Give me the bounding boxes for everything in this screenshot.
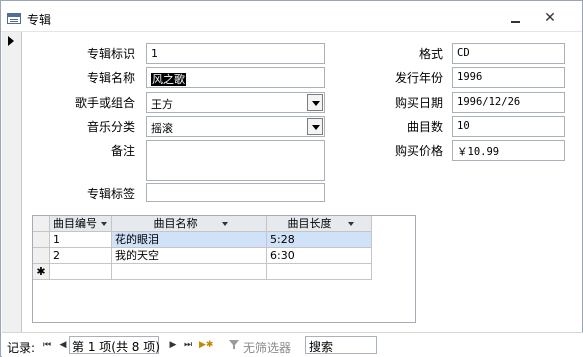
album-tags-field[interactable]	[146, 183, 325, 202]
minimize-button[interactable]	[504, 9, 528, 27]
form-icon	[7, 13, 21, 24]
album-name-label: 专辑名称	[86, 71, 135, 85]
album-form-window: 专辑 ✕ 专辑标识 1 专辑名称 风之歌 歌手或组合 王方 音乐分类 摇滚 备注…	[0, 0, 583, 357]
track-number-cell[interactable]	[50, 264, 112, 280]
track-length-cell[interactable]	[267, 264, 372, 280]
title-bar: 专辑 ✕	[1, 1, 582, 32]
format-field[interactable]: CD	[452, 43, 565, 64]
record-label: 记录:	[7, 341, 36, 355]
track-length-cell[interactable]: 5:28	[267, 232, 372, 248]
purchase-price-label: 购买价格	[394, 144, 443, 158]
purchase-price-field[interactable]: ￥10.99	[452, 140, 565, 161]
album-tags-label: 专辑标签	[86, 187, 135, 201]
current-record-field[interactable]: 第 1 项(共 8 项)	[69, 336, 160, 354]
last-record-icon[interactable]: ⏭	[183, 340, 193, 350]
column-header-track-name-text: 曲目名称	[153, 217, 198, 230]
album-id-field[interactable]: 1	[146, 43, 325, 64]
release-year-label: 发行年份	[394, 71, 443, 85]
notes-label: 备注	[110, 144, 135, 158]
purchase-date-label: 购买日期	[394, 96, 443, 110]
search-input[interactable]: 搜索	[305, 336, 377, 354]
no-filter-icon	[229, 340, 239, 349]
track-name-cell[interactable]: 花的眼泪	[112, 232, 267, 248]
row-selector[interactable]	[33, 232, 50, 248]
next-record-icon[interactable]: ▶	[168, 340, 178, 350]
genre-label: 音乐分类	[86, 120, 135, 134]
artist-combobox[interactable]: 王方	[146, 92, 325, 113]
track-count-label: 曲目数	[406, 120, 443, 134]
sort-dropdown-icon[interactable]	[347, 222, 354, 226]
notes-field[interactable]	[146, 140, 325, 181]
column-header-track-length[interactable]: 曲目长度	[267, 216, 372, 232]
new-record-nav-icon[interactable]: ▶✱	[199, 340, 213, 350]
track-name-cell[interactable]: 我的天空	[112, 248, 267, 264]
album-name-field[interactable]: 风之歌	[146, 67, 325, 88]
previous-record-icon[interactable]: ◀	[58, 340, 68, 350]
column-header-track-length-text: 曲目长度	[287, 217, 332, 230]
new-record-row[interactable]: ✱	[33, 264, 372, 280]
column-header-track-number[interactable]: 曲目编号	[50, 216, 112, 232]
subform-header-row: 曲目编号 曲目名称 曲目长度	[33, 216, 372, 232]
track-name-cell[interactable]	[112, 264, 267, 280]
sort-dropdown-icon[interactable]	[101, 222, 107, 226]
album-name-value: 风之歌	[151, 73, 186, 86]
genre-dropdown-arrow-icon[interactable]	[307, 118, 323, 135]
window-title: 专辑	[27, 13, 52, 27]
record-selector[interactable]	[2, 32, 22, 332]
artist-label: 歌手或组合	[74, 96, 135, 110]
record-navigation-bar: 记录: ⏮ ◀ 第 1 项(共 8 项) ▶ ⏭ ▶✱ 无筛选器 搜索	[2, 332, 583, 357]
track-length-cell[interactable]: 6:30	[267, 248, 372, 264]
track-number-cell[interactable]: 2	[50, 248, 112, 264]
current-record-pointer-icon	[8, 36, 14, 46]
close-button[interactable]: ✕	[538, 8, 562, 28]
artist-value: 王方	[151, 98, 173, 111]
genre-value: 摇滚	[151, 122, 173, 135]
track-number-cell[interactable]: 1	[50, 232, 112, 248]
column-header-track-number-text: 曲目编号	[53, 217, 97, 230]
filter-status[interactable]: 无筛选器	[243, 339, 291, 356]
format-label: 格式	[418, 47, 443, 61]
track-count-field[interactable]: 10	[452, 116, 565, 137]
table-row[interactable]: 1 花的眼泪 5:28	[33, 232, 372, 248]
table-row[interactable]: 2 我的天空 6:30	[33, 248, 372, 264]
tracks-subform: 曲目编号 曲目名称 曲目长度 1 花的眼泪 5:28 2 我的天空 6:30 ✱	[32, 215, 416, 323]
first-record-icon[interactable]: ⏮	[42, 340, 52, 350]
sort-dropdown-icon[interactable]	[221, 222, 228, 226]
purchase-date-field[interactable]: 1996/12/26	[452, 92, 565, 113]
release-year-field[interactable]: 1996	[452, 67, 565, 88]
artist-dropdown-arrow-icon[interactable]	[307, 94, 323, 111]
row-selector[interactable]	[33, 248, 50, 264]
album-id-label: 专辑标识	[86, 47, 135, 61]
select-all-corner[interactable]	[33, 216, 50, 232]
new-record-icon: ✱	[33, 264, 50, 280]
column-header-track-name[interactable]: 曲目名称	[112, 216, 267, 232]
genre-combobox[interactable]: 摇滚	[146, 116, 325, 137]
